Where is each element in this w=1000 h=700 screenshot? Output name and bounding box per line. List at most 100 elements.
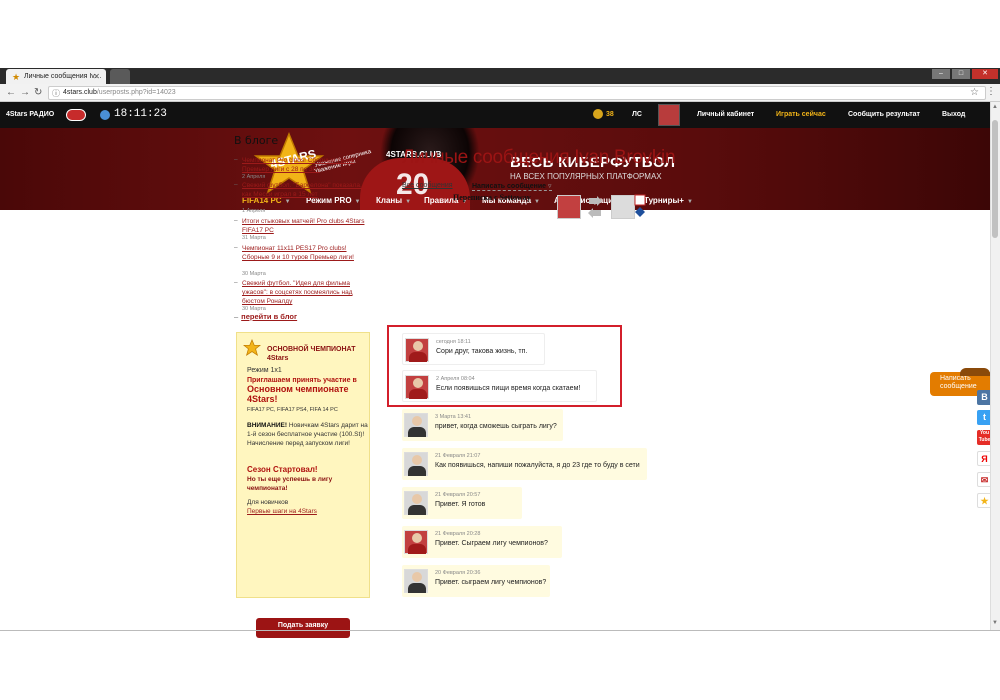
message-item: 3 Марта 13:41 привет, когда сможешь сыгр… [402,409,563,441]
scroll-up-icon[interactable]: ▲ [992,104,998,110]
blog-item[interactable]: – Итоги стыковых матчей! Pro clubs 4Star… [234,217,370,243]
blog-item[interactable]: – Свежий футбол. "Идея для фильма ужасов… [234,279,370,313]
message-date: 21 Февраля 20:28 [435,531,481,537]
widget-cap [960,368,990,376]
screenshot-viewport: ★ Личные сообщения Iv… ✕ – □ ✕ ← → ↻ ⓘ 4… [0,0,1000,700]
championship-season-note: Но ты еще успеешь в лигу чемпионата! [247,476,333,492]
url-path: /userposts.php?id=14023 [96,89,176,96]
bookmark-star-icon[interactable]: ☆ [970,87,979,98]
message-avatar[interactable] [404,491,428,515]
championship-newbies: Для новичков [247,499,289,506]
message-text: Привет. Сыграем лигу чемпионов? [435,540,548,547]
blog-item[interactable]: – Чемпионат 11х11 PES17 Pro clubs! Сборн… [234,244,370,278]
user-avatar[interactable] [658,104,680,126]
cabinet-link[interactable]: Личный кабинет [697,111,754,118]
message-date: 21 Февраля 21:07 [435,453,481,459]
message-text: привет, когда сможешь сыграть лигу? [435,423,557,430]
browser-menu-icon[interactable]: ⋮ [986,86,996,97]
radio-label[interactable]: 4Stars РАДИО [6,111,54,118]
message-item: 21 Февраля 20:28 Привет. Сыграем лигу че… [402,526,562,558]
championship-invite-name: Основном чемпионате 4Stars! [247,384,349,404]
browser-tab-active[interactable]: ★ Личные сообщения Iv… ✕ [6,69,106,84]
apply-button[interactable]: Подать заявку [256,618,350,638]
page-title: Личные сообщения Ivan Brovkin [402,147,676,168]
url-host: 4stars.club [63,89,97,96]
message-text: Привет. Я готов [435,501,486,508]
coins-balance[interactable]: 38 [606,111,614,118]
play-now-link[interactable]: Играть сейчас [776,111,826,118]
blog-item-link[interactable]: Чемпионат Pro clubs! Сборные туров Премь… [242,156,366,174]
blog-item-date: 1 Апреля [242,208,266,214]
championship-title: ОСНОВНОЙ ЧЕМПИОНАТ 4Stars [267,346,356,362]
window-controls: – □ ✕ [932,69,998,79]
message-date: 21 Февраля 20:57 [435,492,481,498]
message-date: 20 Февраля 20:36 [435,570,481,576]
tab-write-message[interactable]: Написать сообщение ▿ [472,182,552,191]
browser-tab-bar: ★ Личные сообщения Iv… ✕ – □ ✕ [0,68,1000,84]
forward-arrow-icon[interactable]: → [20,87,30,98]
message-avatar[interactable] [404,413,428,437]
minimize-icon[interactable]: – [932,69,950,79]
report-result-link[interactable]: Сообщить результат [848,111,920,118]
nav-item-clans[interactable]: Кланы ▼ [376,196,411,205]
banner-subtitle: НА ВСЕХ ПОПУЛЯРНЫХ ПЛАТФОРМАХ [510,172,662,181]
conversation-label: Переписка с Settoway [453,193,531,202]
site-top-bar: 4Stars РАДИО 18:11:23 38 ЛС Личный кабин… [0,102,990,128]
reload-icon[interactable]: ↻ [34,87,42,98]
championship-mode: Режим 1х1 [247,367,282,374]
blog-item[interactable]: – Чемпионат Pro clubs! Сборные туров Пре… [234,156,370,182]
address-bar: ← → ↻ ⓘ 4stars.club/userposts.php?id=140… [0,84,1000,102]
blog-item-date: 30 Марта [242,271,266,277]
message-avatar[interactable] [404,569,428,593]
url-input[interactable]: ⓘ 4stars.club/userposts.php?id=14023 ☆ [48,86,986,100]
blog-item-link[interactable]: Свежий футбол. "Барселона" показала, как… [242,181,366,199]
blog-heading: В блоге [234,134,279,147]
blog-item-date: 2 Апреля [242,174,266,180]
championship-season: Сезон Стартовал! [247,465,318,474]
nav-item-tournaments[interactable]: Турниры+ ▼ [644,196,693,205]
championship-star-icon [243,339,261,357]
browser-tab-title: Личные сообщения Iv… [24,73,102,80]
message-date: 3 Марта 13:41 [435,414,472,420]
coins-icon [593,109,603,119]
message-avatar[interactable] [404,452,428,476]
info-icon[interactable]: ⓘ [52,88,60,99]
blog-item[interactable]: – Свежий футбол. "Барселона" показала, к… [234,181,370,215]
blog-item-link[interactable]: Свежий футбол. "Идея для фильма ужасов":… [242,279,366,306]
message-text: Как появишься, напиши пожалуйста, я до 2… [435,462,640,469]
window-close-icon[interactable]: ✕ [972,69,998,79]
blog-item-date: 31 Марта [242,235,266,241]
blog-more-link[interactable]: – перейти в блог [234,312,297,321]
message-avatar[interactable] [404,530,428,554]
first-steps-link[interactable]: Первые шаги на 4Stars [247,508,317,515]
exchange-arrows-icon [588,196,602,218]
maximize-icon[interactable]: □ [952,69,970,79]
highlight-box [387,325,622,407]
logout-link[interactable]: Выход [942,111,965,118]
radio-play-button[interactable] [66,109,86,121]
new-tab-button[interactable] [110,69,130,84]
window-bottom-edge [0,630,1000,631]
championship-platforms: FIFA17 PC, FIFA17 PS4, FIFA 14 PC [247,407,338,413]
message-text: Привет. сыграем лигу чемпионов? [435,579,547,586]
championship-attention: ВНИМАНИЕ! Новичкам 4Stars дарит на 1-й с… [247,422,368,447]
back-arrow-icon[interactable]: ← [6,87,16,98]
championship-promo: ОСНОВНОЙ ЧЕМПИОНАТ 4Stars Режим 1х1 Приг… [236,332,370,598]
message-item: 20 Февраля 20:36 Привет. сыграем лигу че… [402,565,550,597]
conversation-avatar-partner[interactable] [611,195,635,219]
site-clock: 18:11:23 [114,108,167,120]
site-favicon-icon: ★ [12,72,21,82]
club-badge-icon [634,194,646,217]
scrollbar-thumb[interactable] [992,120,998,238]
message-item: 21 Февраля 21:07 Как появишься, напиши п… [402,448,647,480]
close-tab-icon[interactable]: ✕ [93,72,100,81]
scroll-down-icon[interactable]: ▼ [992,620,998,626]
tab-all-messages[interactable]: Все сообщения [402,182,453,189]
blog-item-link[interactable]: Чемпионат 11х11 PES17 Pro clubs! Сборные… [242,244,366,262]
blog-item-link[interactable]: Итоги стыковых матчей! Pro clubs 4Stars … [242,217,366,235]
private-messages-link[interactable]: ЛС [632,111,642,118]
message-item: 21 Февраля 20:57 Привет. Я готов [402,487,522,519]
conversation-avatar-me[interactable] [557,195,581,219]
browser-chrome: ★ Личные сообщения Iv… ✕ – □ ✕ ← → ↻ ⓘ 4… [0,68,1000,102]
clock-icon [100,110,110,120]
